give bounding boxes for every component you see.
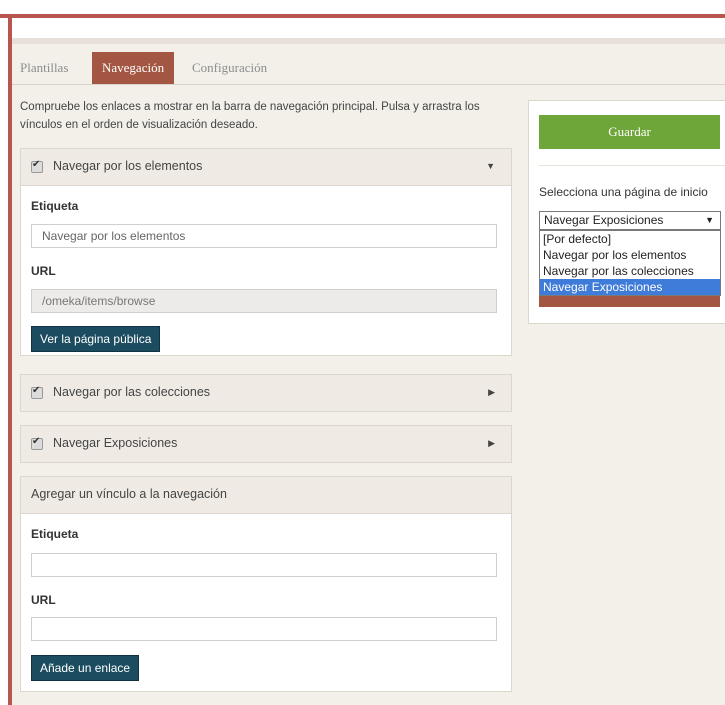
view-public-page-button[interactable]: Ver la página pública — [31, 326, 161, 352]
homepage-dropdown: [Por defecto] Navegar por los elementos … — [539, 230, 721, 296]
nav-item-title: Navegar por las colecciones — [53, 385, 211, 399]
nav-item-title: Navegar por los elementos — [53, 159, 203, 173]
nav-item-header[interactable]: Navegar Exposiciones ▶ — [21, 426, 511, 462]
homepage-option[interactable]: [Por defecto] — [540, 231, 720, 247]
label-heading: Etiqueta — [31, 199, 79, 213]
intro-text: Compruebe los enlaces a mostrar en la ba… — [20, 101, 480, 131]
new-url-input[interactable] — [31, 617, 497, 641]
url-heading: URL — [31, 264, 56, 278]
checkbox-icon[interactable] — [31, 159, 43, 173]
homepage-label: Selecciona una página de inicio — [539, 185, 708, 199]
divider — [539, 165, 725, 166]
caret-down-icon[interactable]: ▼ — [486, 161, 495, 171]
caret-right-icon[interactable]: ▶ — [488, 438, 495, 449]
new-label-heading: Etiqueta — [31, 527, 79, 541]
tab-navegacion[interactable]: Navegación — [92, 52, 175, 84]
homepage-select-value: Navegar Exposiciones — [544, 213, 664, 227]
add-link-title: Agregar un vínculo a la navegación — [31, 487, 227, 501]
add-link-button[interactable]: Añade un enlace — [31, 655, 140, 681]
nav-item-exhibits: Navegar Exposiciones ▶ — [20, 425, 512, 463]
homepage-select[interactable]: Navegar Exposiciones ▼ — [539, 211, 721, 230]
nav-item-header[interactable]: Navegar por las colecciones ▶ — [21, 375, 511, 411]
save-button[interactable]: Guardar — [539, 115, 720, 149]
add-link-panel: Agregar un vínculo a la navegación Etiqu… — [20, 476, 512, 692]
homepage-option[interactable]: Navegar por los elementos — [540, 247, 720, 263]
tab-configuracion[interactable]: Configuración — [192, 52, 267, 84]
save-panel: Guardar Selecciona una página de inicio … — [528, 100, 725, 324]
new-url-heading: URL — [31, 593, 56, 607]
add-link-header: Agregar un vínculo a la navegación — [21, 477, 511, 514]
checkbox-icon[interactable] — [31, 436, 43, 450]
label-input[interactable]: Navegar por los elementos — [31, 224, 497, 248]
main-content: Plantillas Navegación Configuración Comp… — [12, 44, 725, 705]
chevron-down-icon: ▼ — [705, 215, 714, 225]
tab-divider — [12, 84, 725, 85]
new-label-input[interactable] — [31, 553, 497, 577]
homepage-option[interactable]: Navegar por las colecciones — [540, 263, 720, 279]
nav-item-title: Navegar Exposiciones — [53, 436, 178, 450]
nav-item-collections: Navegar por las colecciones ▶ — [20, 374, 512, 412]
homepage-option-selected[interactable]: Navegar Exposiciones — [540, 279, 720, 295]
tab-plantillas[interactable]: Plantillas — [20, 52, 68, 84]
nav-item-header[interactable]: Navegar por los elementos ▼ — [21, 149, 511, 186]
url-input: /omeka/items/browse — [31, 289, 497, 313]
caret-right-icon[interactable]: ▶ — [488, 387, 495, 398]
checkbox-icon[interactable] — [31, 385, 43, 399]
window-frame-top — [0, 14, 725, 18]
nav-item-elements: Navegar por los elementos ▼ Etiqueta Nav… — [20, 148, 512, 356]
